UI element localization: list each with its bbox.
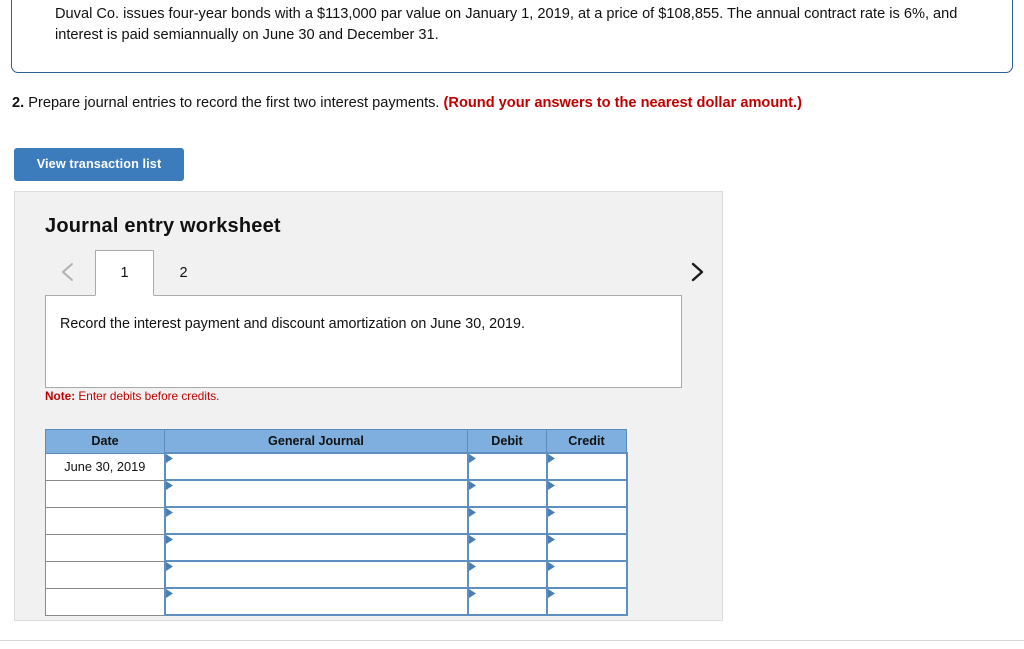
journal-date-cell[interactable]: [45, 587, 165, 616]
tab-instruction-text: Record the interest payment and discount…: [60, 316, 525, 332]
worksheet-tab-strip: 1 2: [45, 250, 705, 296]
problem-statement-text: Duval Co. issues four-year bonds with a …: [55, 6, 958, 43]
cell-marker-icon: [547, 508, 555, 517]
page-bottom-divider: [0, 640, 1024, 641]
worksheet-tab-1[interactable]: 1: [95, 250, 154, 296]
journal-date-cell[interactable]: [45, 479, 165, 508]
cell-marker-icon: [468, 589, 476, 598]
debits-before-credits-note: Note: Enter debits before credits.: [45, 389, 219, 403]
cell-marker-icon: [468, 508, 476, 517]
journal-account-cell[interactable]: [163, 452, 469, 481]
journal-account-cell[interactable]: [163, 506, 469, 535]
table-row: [45, 587, 628, 616]
note-body: Enter debits before credits.: [75, 389, 220, 403]
chevron-left-icon[interactable]: [55, 258, 81, 286]
journal-table-body: June 30, 2019: [45, 452, 628, 616]
journal-credit-cell[interactable]: [545, 587, 628, 616]
chevron-right-icon[interactable]: [684, 258, 710, 286]
table-row: [45, 506, 628, 535]
journal-credit-cell[interactable]: [545, 533, 628, 562]
journal-debit-cell[interactable]: [466, 479, 548, 508]
cell-marker-icon: [547, 589, 555, 598]
journal-account-cell[interactable]: [163, 587, 469, 616]
table-header-row: Date General Journal Debit Credit: [45, 429, 627, 454]
cell-marker-icon: [165, 454, 173, 463]
question-number: 2.: [12, 95, 25, 111]
journal-debit-cell[interactable]: [466, 560, 548, 589]
journal-date-cell[interactable]: [45, 506, 165, 535]
cell-marker-icon: [165, 562, 173, 571]
journal-account-cell[interactable]: [163, 479, 469, 508]
cell-marker-icon: [165, 508, 173, 517]
journal-account-cell[interactable]: [163, 533, 469, 562]
journal-date-cell[interactable]: [45, 560, 165, 589]
journal-debit-cell[interactable]: [466, 452, 548, 481]
worksheet-tab-content: Record the interest payment and discount…: [45, 295, 682, 388]
cell-marker-icon: [468, 481, 476, 490]
column-header-debit: Debit: [467, 429, 547, 454]
cell-marker-icon: [547, 562, 555, 571]
cell-marker-icon: [468, 535, 476, 544]
table-row: June 30, 2019: [45, 452, 628, 481]
worksheet-title: Journal entry worksheet: [45, 215, 281, 237]
cell-marker-icon: [547, 454, 555, 463]
journal-account-cell[interactable]: [163, 560, 469, 589]
problem-statement-box: Duval Co. issues four-year bonds with a …: [11, 0, 1013, 73]
cell-marker-icon: [165, 481, 173, 490]
journal-debit-cell[interactable]: [466, 587, 548, 616]
cell-marker-icon: [547, 481, 555, 490]
column-header-general-journal: General Journal: [164, 429, 468, 454]
cell-marker-icon: [547, 535, 555, 544]
journal-entry-table: Date General Journal Debit Credit June 3…: [45, 429, 628, 616]
note-label: Note:: [45, 389, 76, 403]
cell-marker-icon: [165, 589, 173, 598]
journal-credit-cell[interactable]: [545, 479, 628, 508]
rounding-instruction: (Round your answers to the nearest dolla…: [443, 95, 802, 111]
column-header-date: Date: [45, 429, 165, 454]
journal-credit-cell[interactable]: [545, 452, 628, 481]
journal-date-cell[interactable]: [45, 533, 165, 562]
journal-credit-cell[interactable]: [545, 506, 628, 535]
view-transaction-list-button[interactable]: View transaction list: [14, 148, 184, 181]
question-line: 2. Prepare journal entries to record the…: [12, 93, 1012, 113]
table-row: [45, 479, 628, 508]
journal-date-cell[interactable]: June 30, 2019: [45, 452, 165, 481]
worksheet-tab-2[interactable]: 2: [154, 250, 213, 296]
cell-marker-icon: [165, 535, 173, 544]
journal-debit-cell[interactable]: [466, 533, 548, 562]
table-row: [45, 533, 628, 562]
cell-marker-icon: [468, 454, 476, 463]
cell-marker-icon: [468, 562, 476, 571]
journal-debit-cell[interactable]: [466, 506, 548, 535]
journal-entry-worksheet-panel: Journal entry worksheet 1 2 Record the i…: [14, 191, 723, 621]
journal-credit-cell[interactable]: [545, 560, 628, 589]
question-text: Prepare journal entries to record the fi…: [28, 95, 440, 111]
column-header-credit: Credit: [546, 429, 627, 454]
table-row: [45, 560, 628, 589]
